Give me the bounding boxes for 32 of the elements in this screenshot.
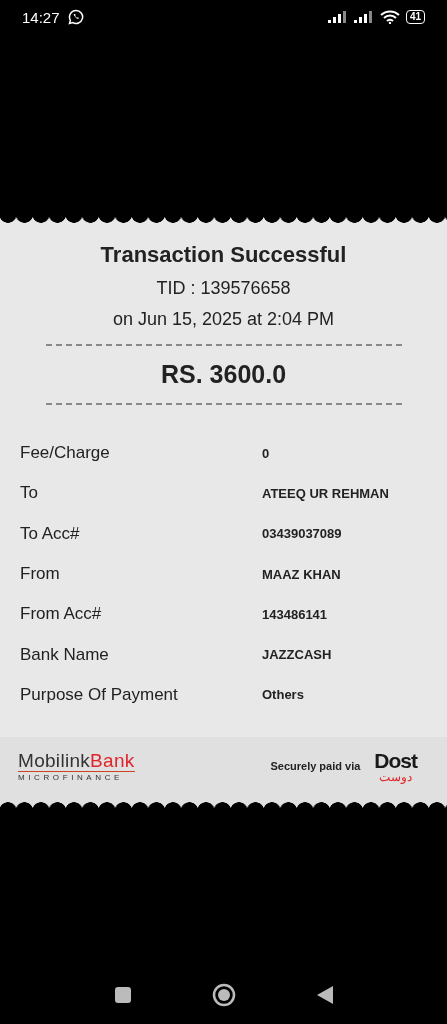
bank-logo: MobilinkBank — [18, 750, 135, 772]
wifi-icon — [379, 10, 400, 24]
chat-bubble-icon — [67, 9, 84, 25]
partner-logo-urdu: دوست — [379, 770, 413, 783]
detail-value: 0 — [262, 445, 270, 461]
detail-value: Others — [262, 687, 304, 703]
detail-label: Bank Name — [20, 644, 110, 665]
receipt-title: Transaction Successful — [100, 242, 347, 268]
detail-label: To — [20, 483, 39, 504]
detail-value: 03439037089 — [262, 526, 342, 542]
detail-label: From Acc# — [20, 604, 103, 625]
detail-label: Purpose Of Payment — [20, 684, 179, 705]
detail-label: To Acc# — [20, 523, 81, 544]
battery-icon: 41 — [405, 10, 425, 24]
secured-text: Securely paid via — [270, 760, 361, 773]
detail-label: Fee/Charge — [20, 443, 111, 464]
partner-logo: Dost — [374, 749, 417, 771]
clock: 14:27 — [22, 8, 60, 26]
detail-value: MAAZ KHAN — [262, 566, 341, 582]
detail-value: 143486141 — [262, 606, 328, 622]
detail-value: ATEEQ UR REHMAN — [262, 485, 389, 501]
detail-value: JAZZCASH — [262, 647, 332, 663]
transaction-id: TID : 139576658 — [156, 278, 291, 299]
transaction-date: on Jun 15, 2025 at 2:04 PM — [112, 309, 335, 330]
signal-icon — [353, 11, 374, 23]
home-icon[interactable] — [211, 983, 236, 1007]
detail-label: From — [20, 564, 61, 585]
square-icon[interactable] — [113, 986, 132, 1004]
bank-tagline: MICROFINANCE — [18, 772, 124, 782]
amount: RS. 3600.0 — [160, 360, 287, 389]
signal-icon — [327, 11, 348, 23]
back-icon[interactable] — [315, 985, 334, 1005]
